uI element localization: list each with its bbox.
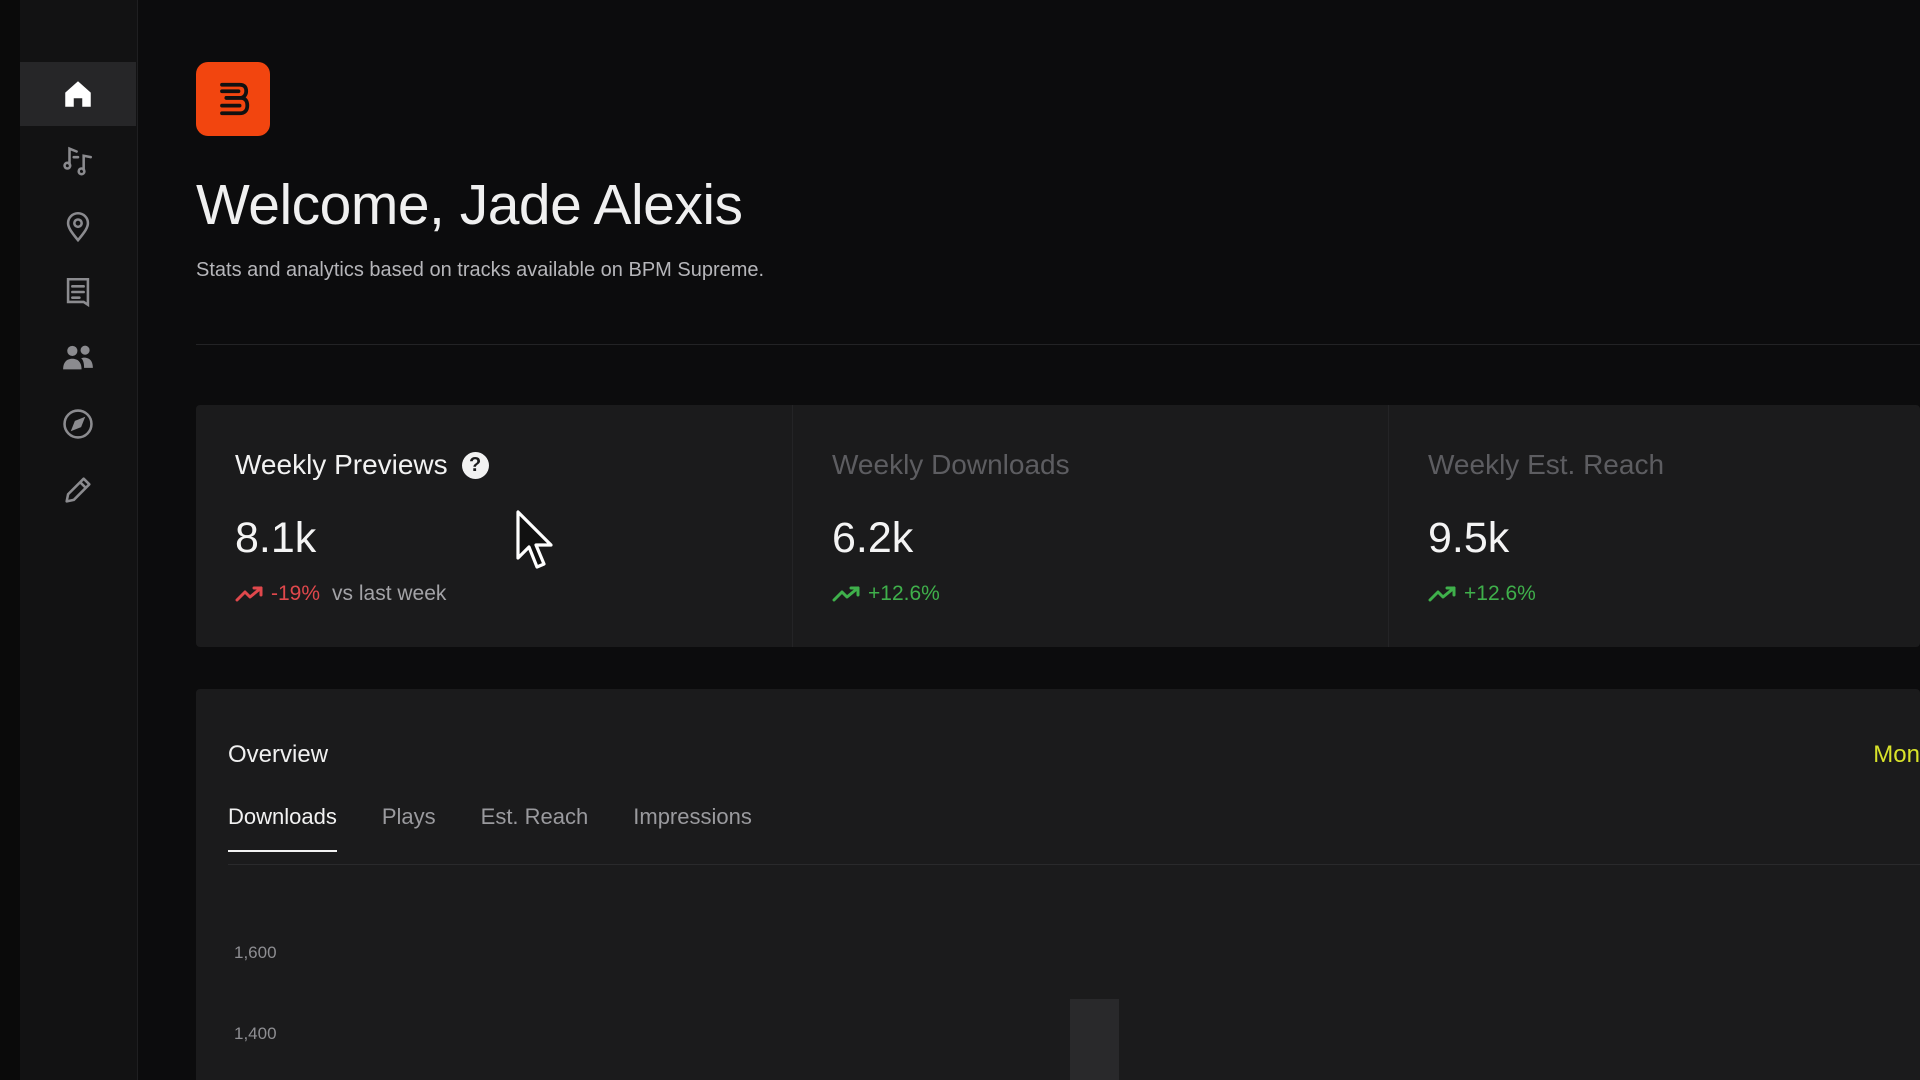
- bpm-logo[interactable]: [196, 62, 270, 136]
- tab-est-reach[interactable]: Est. Reach: [481, 804, 589, 852]
- page-subtitle: Stats and analytics based on tracks avai…: [196, 259, 765, 281]
- stat-delta-value: -19%: [271, 582, 321, 605]
- chart-bar[interactable]: [1070, 999, 1119, 1080]
- stat-value: 9.5k: [1428, 514, 1510, 562]
- stat-delta-value: +12.6%: [868, 582, 940, 605]
- sidebar-item-discover[interactable]: [20, 392, 136, 456]
- tab-plays[interactable]: Plays: [382, 804, 436, 852]
- sidebar-item-home[interactable]: [20, 62, 136, 126]
- y-axis-tick: 1,400: [234, 1024, 277, 1043]
- location-pin-icon: [66, 211, 90, 243]
- bpm-logo-icon: [220, 82, 250, 116]
- stat-title: Weekly Previews ?: [235, 449, 489, 481]
- compass-icon: [63, 409, 93, 439]
- overview-card: Overview Month Downloads Plays Est. Reac…: [196, 689, 1920, 1080]
- overview-title: Overview: [228, 741, 329, 768]
- trend-down-icon: [235, 586, 263, 602]
- home-icon: [65, 81, 91, 107]
- stat-delta: +12.6%: [1428, 582, 1536, 606]
- stat-title: Weekly Est. Reach: [1428, 449, 1664, 481]
- stat-value: 6.2k: [832, 514, 914, 562]
- stat-value: 8.1k: [235, 514, 317, 562]
- trend-up-icon: [832, 586, 860, 602]
- sidebar-item-music[interactable]: [20, 128, 136, 192]
- stat-title: Weekly Downloads: [832, 449, 1070, 481]
- y-axis-tick: 1,600: [234, 943, 277, 962]
- document-list-icon: [66, 277, 90, 308]
- music-icon: [63, 146, 93, 176]
- tabs-divider: [228, 864, 1920, 865]
- sidebar-item-edit[interactable]: [20, 458, 136, 522]
- help-icon[interactable]: ?: [461, 451, 489, 479]
- mouse-cursor-icon: [516, 510, 553, 569]
- stat-title-text: Weekly Downloads: [832, 449, 1070, 480]
- trend-up-icon: [1428, 586, 1456, 602]
- pencil-icon: [65, 477, 91, 503]
- app-frame: Welcome, Jade Alexis Stats and analytics…: [0, 0, 1920, 1080]
- stat-delta-value: +12.6%: [1464, 582, 1536, 605]
- stat-weekly-previews: Weekly Previews ? 8.1k -19% vs last week: [196, 405, 792, 647]
- stat-weekly-est-reach: Weekly Est. Reach 9.5k +12.6%: [1388, 405, 1920, 647]
- users-icon: [63, 345, 93, 370]
- stat-title-text: Weekly Previews: [235, 449, 448, 480]
- page-title: Welcome, Jade Alexis: [196, 173, 743, 237]
- period-selector[interactable]: Month: [1873, 741, 1920, 769]
- main-content: Welcome, Jade Alexis Stats and analytics…: [196, 0, 1920, 1080]
- sidebar-item-audience[interactable]: [20, 326, 136, 390]
- tab-impressions[interactable]: Impressions: [633, 804, 752, 852]
- sidebar: [0, 0, 138, 1080]
- stat-delta: +12.6%: [832, 582, 940, 606]
- window-edge: [0, 0, 20, 1080]
- stat-delta: -19% vs last week: [235, 582, 446, 606]
- header-divider: [196, 344, 1920, 345]
- stat-delta-note: vs last week: [332, 582, 447, 605]
- weekly-stats-card: Weekly Previews ? 8.1k -19% vs last week…: [196, 405, 1920, 647]
- overview-tabs: Downloads Plays Est. Reach Impressions: [228, 804, 752, 852]
- sidebar-item-reports[interactable]: [20, 260, 136, 324]
- stat-title-text: Weekly Est. Reach: [1428, 449, 1665, 480]
- tab-downloads[interactable]: Downloads: [228, 804, 337, 852]
- stat-weekly-downloads: Weekly Downloads 6.2k +12.6%: [792, 405, 1388, 647]
- sidebar-item-locations[interactable]: [20, 194, 136, 258]
